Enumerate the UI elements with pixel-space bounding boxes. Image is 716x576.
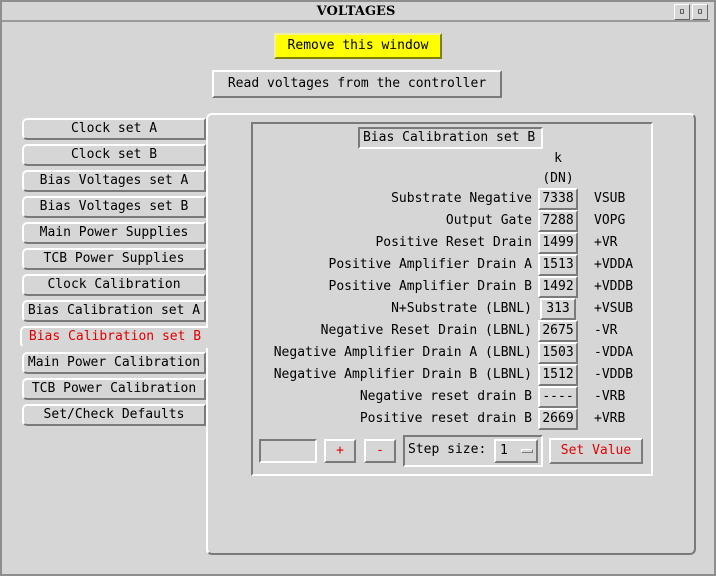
row-code-vopg: VOPG	[594, 213, 626, 228]
unit-k-label: k	[554, 151, 562, 166]
row-label-negative-reset-drain-b: Negative reset drain B	[359, 389, 532, 404]
row-value-vsub[interactable]: 7338	[538, 188, 578, 210]
row-label-negative-amplifier-drain-a: Negative Amplifier Drain A (LBNL)	[273, 345, 532, 360]
sidebar-item-clock-set-b[interactable]: Clock set B	[22, 144, 206, 166]
remove-window-button[interactable]: Remove this window	[274, 33, 442, 59]
sidebar-item-bias-calibration-b[interactable]: Bias Calibration set B	[20, 326, 208, 348]
row-code-vddb: +VDDB	[594, 279, 634, 294]
row-label-positive-reset-drain: Positive Reset Drain	[375, 235, 532, 250]
title-bar[interactable]: VOLTAGES ▫ ▫	[2, 2, 710, 22]
option-menu-indicator-icon	[521, 449, 533, 453]
unit-dn-label: (DN)	[542, 171, 574, 186]
row-label-negative-reset-drain: Negative Reset Drain (LBNL)	[320, 323, 532, 338]
row-value-vddb[interactable]: 1492	[538, 276, 578, 298]
row-value-vopg[interactable]: 7288	[538, 210, 578, 232]
row-value-plus-vrb[interactable]: 2669	[538, 408, 578, 430]
row-label-positive-amplifier-drain-a: Positive Amplifier Drain A	[328, 257, 533, 272]
sidebar-item-clock-calibration[interactable]: Clock Calibration	[22, 274, 206, 296]
close-icon: ▫	[696, 6, 704, 17]
row-value-minus-vrb[interactable]: ----	[538, 386, 578, 408]
sidebar-item-set-check-defaults[interactable]: Set/Check Defaults	[22, 404, 206, 426]
row-value-minus-vr[interactable]: 2675	[538, 320, 578, 342]
sidebar-item-main-power-supplies[interactable]: Main Power Supplies	[22, 222, 206, 244]
row-value-vr[interactable]: 1499	[538, 232, 578, 254]
row-label-positive-amplifier-drain-b: Positive Amplifier Drain B	[328, 279, 533, 294]
value-entry-field[interactable]	[259, 439, 317, 463]
iconify-icon: ▫	[678, 6, 686, 17]
panel-title: Bias Calibration set B	[358, 127, 543, 149]
row-label-positive-reset-drain-b: Positive reset drain B	[359, 411, 532, 426]
iconify-button[interactable]: ▫	[674, 4, 690, 20]
sidebar-item-bias-voltages-a[interactable]: Bias Voltages set A	[22, 170, 206, 192]
set-value-button[interactable]: Set Value	[549, 438, 643, 464]
row-code-vsub: VSUB	[594, 191, 626, 206]
row-code-plus-vsub: +VSUB	[594, 301, 634, 316]
row-code-minus-vddb: -VDDB	[594, 367, 634, 382]
close-window-button[interactable]: ▫	[692, 4, 708, 20]
row-label-substrate-negative: Substrate Negative	[391, 191, 532, 206]
step-size-label: Step size:	[408, 442, 487, 457]
row-value-minus-vddb[interactable]: 1512	[538, 364, 578, 386]
sidebar-item-clock-set-a[interactable]: Clock set A	[22, 118, 206, 140]
increment-button[interactable]: +	[324, 439, 356, 463]
window-title: VOLTAGES	[316, 4, 396, 19]
step-size-value: 1	[500, 443, 508, 458]
sidebar-item-bias-voltages-b[interactable]: Bias Voltages set B	[22, 196, 206, 218]
step-size-select[interactable]: 1	[494, 439, 538, 463]
sidebar-item-tcb-power-supplies[interactable]: TCB Power Supplies	[22, 248, 206, 270]
row-label-negative-amplifier-drain-b: Negative Amplifier Drain B (LBNL)	[273, 367, 532, 382]
row-code-minus-vr: -VR	[594, 323, 618, 338]
sidebar-item-main-power-calibration[interactable]: Main Power Calibration	[22, 352, 206, 374]
row-code-minus-vdda: -VDDA	[594, 345, 634, 360]
row-code-vdda: +VDDA	[594, 257, 634, 272]
row-value-plus-vsub[interactable]: 313	[540, 298, 576, 320]
row-value-minus-vdda[interactable]: 1503	[538, 342, 578, 364]
row-code-minus-vrb: -VRB	[594, 389, 626, 404]
decrement-button[interactable]: -	[364, 439, 396, 463]
row-value-vdda[interactable]: 1513	[538, 254, 578, 276]
read-voltages-button[interactable]: Read voltages from the controller	[212, 70, 502, 98]
row-label-output-gate: Output Gate	[445, 213, 532, 228]
row-code-vr: +VR	[594, 235, 618, 250]
row-label-n-substrate: N+Substrate (LBNL)	[391, 301, 532, 316]
row-code-plus-vrb: +VRB	[594, 411, 626, 426]
sidebar-item-bias-calibration-a[interactable]: Bias Calibration set A	[22, 300, 206, 322]
sidebar-item-tcb-power-calibration[interactable]: TCB Power Calibration	[22, 378, 206, 400]
